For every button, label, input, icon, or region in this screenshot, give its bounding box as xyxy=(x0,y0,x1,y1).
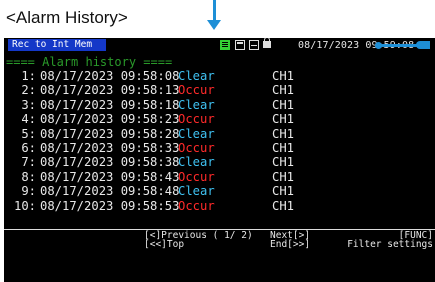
filter-settings-button[interactable]: Filter settings xyxy=(347,240,433,250)
alarm-index: 1: xyxy=(21,69,36,83)
end-page-button[interactable]: End[>>] xyxy=(270,240,310,250)
alarm-status: Occur xyxy=(178,140,215,155)
alarm-index: 2: xyxy=(21,83,36,98)
alarm-channel: CH1 xyxy=(272,126,295,141)
alarm-row: 7: 08/17/2023 09:58:38 Clear CH1 xyxy=(4,155,435,169)
alarm-datetime: 08/17/2023 09:58:33 xyxy=(40,140,180,155)
alarm-status: Clear xyxy=(178,69,215,83)
alarm-index: 5: xyxy=(21,126,36,141)
display-icon[interactable] xyxy=(249,40,259,50)
alarm-index: 7: xyxy=(21,155,36,170)
alarm-datetime: 08/17/2023 09:58:38 xyxy=(40,155,180,170)
device-screen: Rec to Int Mem 08/17/2023 09:59:08 ==== … xyxy=(4,38,435,282)
alarm-row: 8: 08/17/2023 09:58:43 Occur CH1 xyxy=(4,170,435,184)
lock-icon xyxy=(263,38,271,48)
alarm-row: 6: 08/17/2023 09:58:33 Occur CH1 xyxy=(4,141,435,155)
document-icon[interactable] xyxy=(235,40,245,50)
alarm-datetime: 08/17/2023 09:58:13 xyxy=(40,83,180,98)
alarm-index: 8: xyxy=(21,169,36,184)
alarm-channel: CH1 xyxy=(272,155,295,170)
alarm-channel: CH1 xyxy=(272,169,295,184)
alarm-datetime: 08/17/2023 09:58:18 xyxy=(40,97,180,112)
alarm-datetime: 08/17/2023 09:58:23 xyxy=(40,112,180,127)
alarm-index: 4: xyxy=(21,112,36,127)
alarm-index: 10: xyxy=(13,198,36,213)
alarm-index: 9: xyxy=(21,184,36,199)
top-page-button[interactable]: [<<]Top xyxy=(144,240,184,250)
alarm-status: Occur xyxy=(178,198,215,213)
alarm-index: 6: xyxy=(21,140,36,155)
alarm-row: 5: 08/17/2023 09:58:28 Clear CH1 xyxy=(4,127,435,141)
alarm-channel: CH1 xyxy=(272,198,295,213)
alarm-status: Clear xyxy=(178,155,215,170)
alarm-status: Clear xyxy=(178,97,215,112)
caption: <Alarm History> xyxy=(6,8,128,27)
alarm-status: Clear xyxy=(178,184,215,199)
alarm-status: Occur xyxy=(178,169,215,184)
alarm-datetime: 08/17/2023 09:58:08 xyxy=(40,69,180,83)
alarm-row: 3: 08/17/2023 09:58:18 Clear CH1 xyxy=(4,98,435,112)
alarm-row: 4: 08/17/2023 09:58:23 Occur CH1 xyxy=(4,112,435,126)
alarm-row: 1: 08/17/2023 09:58:08 Clear CH1 xyxy=(4,69,435,83)
alarm-status: Clear xyxy=(178,126,215,141)
alarm-channel: CH1 xyxy=(272,112,295,127)
alarm-status: Occur xyxy=(178,112,215,127)
alarm-row: 9: 08/17/2023 09:58:48 Clear CH1 xyxy=(4,184,435,198)
status-bar: Rec to Int Mem 08/17/2023 09:59:08 xyxy=(4,38,435,53)
alarm-row: 2: 08/17/2023 09:58:13 Occur CH1 xyxy=(4,83,435,97)
alarm-channel: CH1 xyxy=(272,97,295,112)
page-title: ==== Alarm history ==== xyxy=(6,55,173,69)
alarm-status: Occur xyxy=(178,83,215,98)
alarm-datetime: 08/17/2023 09:58:43 xyxy=(40,169,180,184)
alarm-channel: CH1 xyxy=(272,140,295,155)
alarm-history-list: 1: 08/17/2023 09:58:08 Clear CH1 2: 08/17/202… xyxy=(4,69,435,213)
list-view-icon[interactable] xyxy=(220,40,230,50)
alarm-datetime: 08/17/2023 09:58:28 xyxy=(40,126,180,141)
alarm-index: 3: xyxy=(21,97,36,112)
alarm-channel: CH1 xyxy=(272,83,295,98)
alarm-row: 10: 08/17/2023 09:58:53 Occur CH1 xyxy=(4,199,435,213)
alarm-datetime: 08/17/2023 09:58:48 xyxy=(40,184,180,199)
alarm-datetime: 08/17/2023 09:58:53 xyxy=(40,198,180,213)
alarm-channel: CH1 xyxy=(272,69,295,83)
alarm-channel: CH1 xyxy=(272,184,295,199)
recording-status: Rec to Int Mem xyxy=(8,39,107,51)
